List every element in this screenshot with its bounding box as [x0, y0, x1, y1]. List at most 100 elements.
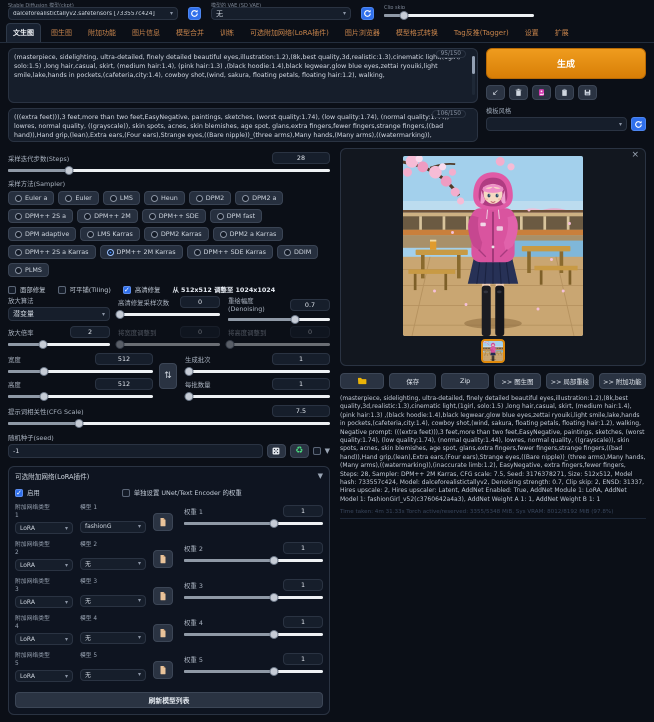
- lora-weight-value[interactable]: 1: [283, 653, 323, 665]
- refresh-styles-button[interactable]: [631, 117, 646, 131]
- sampler-option[interactable]: DPM2 a: [235, 191, 283, 205]
- width-slider[interactable]: [8, 367, 153, 376]
- slider-handle[interactable]: [270, 556, 279, 565]
- denoising-value[interactable]: 0.7: [290, 299, 330, 311]
- lora-info-button[interactable]: [153, 513, 173, 531]
- tab-model-converter[interactable]: 模型格式转换: [390, 24, 444, 42]
- lora-type-select[interactable]: LoRA▾: [15, 670, 73, 682]
- extra-seed-checkbox[interactable]: [313, 447, 321, 455]
- slider-handle[interactable]: [38, 340, 47, 349]
- denoising-slider[interactable]: [228, 315, 330, 324]
- width-value[interactable]: 512: [95, 353, 153, 365]
- slider-handle[interactable]: [270, 519, 279, 528]
- sampler-option[interactable]: Heun: [144, 191, 185, 205]
- tab-additional-networks[interactable]: 可选附加网络(LoRA插件): [244, 24, 335, 42]
- sampler-option[interactable]: DPM++ SDE: [142, 209, 206, 223]
- slider-handle[interactable]: [65, 166, 74, 175]
- lora-type-select[interactable]: LoRA▾: [15, 559, 73, 571]
- sampler-option-selected[interactable]: DPM++ 2M Karras: [100, 245, 183, 259]
- lora-weight-slider[interactable]: [184, 519, 323, 528]
- slider-handle[interactable]: [270, 593, 279, 602]
- tab-settings[interactable]: 设置: [519, 24, 545, 42]
- lora-info-button[interactable]: [153, 661, 173, 679]
- sampler-option[interactable]: DPM++ 2S a: [8, 209, 73, 223]
- save-style-button[interactable]: [578, 85, 597, 100]
- extra-networks-button[interactable]: [532, 85, 551, 100]
- generated-image[interactable]: [403, 156, 583, 336]
- steps-slider[interactable]: [8, 166, 330, 175]
- lora-weight-slider[interactable]: [184, 593, 323, 602]
- batch-count-value[interactable]: 1: [272, 353, 330, 365]
- slider-handle[interactable]: [40, 367, 49, 376]
- lora-info-button[interactable]: [153, 587, 173, 605]
- upscale-by-value[interactable]: 2: [70, 326, 110, 338]
- sampler-option[interactable]: PLMS: [8, 263, 49, 277]
- checkpoint-select[interactable]: dalceforealistictallyv2.safetensors [733…: [8, 7, 178, 20]
- styles-select[interactable]: ▾: [486, 117, 627, 131]
- hires-fix-checkbox[interactable]: ✓: [123, 286, 131, 294]
- tab-png-info[interactable]: 图片信息: [126, 24, 166, 42]
- slider-handle[interactable]: [185, 392, 194, 401]
- close-icon[interactable]: ×: [631, 150, 639, 160]
- height-value[interactable]: 512: [95, 378, 153, 390]
- reuse-seed-button[interactable]: ♻: [290, 444, 309, 458]
- height-slider[interactable]: [8, 392, 153, 401]
- sampler-option[interactable]: DDIM: [277, 245, 318, 259]
- slider-handle[interactable]: [116, 310, 125, 319]
- open-folder-button[interactable]: [340, 373, 384, 389]
- cfg-value[interactable]: 7.5: [272, 405, 330, 417]
- upscaler-select[interactable]: 潜变量 ▾: [8, 307, 110, 321]
- random-seed-button[interactable]: [267, 444, 286, 458]
- vae-select[interactable]: 无 ▾: [211, 7, 351, 20]
- refresh-models-button[interactable]: 刷新模型列表: [15, 692, 323, 708]
- clear-prompt-button[interactable]: [509, 85, 528, 100]
- slider-handle[interactable]: [74, 419, 83, 428]
- tab-img2img[interactable]: 图生图: [45, 24, 78, 42]
- restore-faces-checkbox[interactable]: [8, 286, 16, 294]
- lora-weight-value[interactable]: 1: [283, 542, 323, 554]
- sampler-option[interactable]: DPM++ SDE Karras: [187, 245, 273, 259]
- tab-tagger[interactable]: Tag反推(Tagger): [448, 24, 515, 42]
- lora-model-select[interactable]: 无▾: [80, 595, 146, 607]
- slider-handle[interactable]: [40, 392, 49, 401]
- tiling-checkbox[interactable]: [58, 286, 66, 294]
- apply-style-button[interactable]: [555, 85, 574, 100]
- sampler-option[interactable]: DPM fast: [210, 209, 262, 223]
- lora-info-button[interactable]: [153, 624, 173, 642]
- hires-steps-slider[interactable]: [118, 310, 220, 319]
- slider-handle[interactable]: [270, 667, 279, 676]
- tab-checkpoint-merger[interactable]: 模型合并: [170, 24, 210, 42]
- sampler-option[interactable]: DPM2: [189, 191, 231, 205]
- lora-weight-slider[interactable]: [184, 630, 323, 639]
- lora-weight-value[interactable]: 1: [283, 505, 323, 517]
- lora-enable-checkbox[interactable]: ✓: [15, 489, 23, 497]
- lora-model-select[interactable]: 无▾: [80, 632, 146, 644]
- batch-count-slider[interactable]: [185, 367, 330, 376]
- swap-dimensions-button[interactable]: ⇅: [159, 363, 177, 389]
- tab-image-browser[interactable]: 图片浏览器: [339, 24, 386, 42]
- lora-weight-value[interactable]: 1: [283, 616, 323, 628]
- prompt-input[interactable]: (masterpiece, sidelighting, ultra-detail…: [8, 48, 478, 103]
- slider-handle[interactable]: [399, 11, 408, 20]
- batch-size-slider[interactable]: [185, 392, 330, 401]
- generate-button[interactable]: 生成: [486, 48, 646, 79]
- seed-input[interactable]: -1: [8, 444, 263, 458]
- lora-separate-weights-checkbox[interactable]: [122, 489, 130, 497]
- refresh-checkpoint-button[interactable]: [188, 7, 201, 20]
- paste-params-button[interactable]: ↙: [486, 85, 505, 100]
- sampler-option[interactable]: LMS: [103, 191, 140, 205]
- tab-train[interactable]: 训练: [214, 24, 240, 42]
- lora-type-select[interactable]: LoRA▾: [15, 633, 73, 645]
- slider-handle[interactable]: [270, 630, 279, 639]
- gallery-thumbnail[interactable]: [481, 339, 505, 363]
- collapse-chevron-icon[interactable]: ▼: [318, 472, 323, 480]
- lora-weight-slider[interactable]: [184, 556, 323, 565]
- sampler-option[interactable]: DPM2 a Karras: [213, 227, 284, 241]
- lora-type-select[interactable]: LoRA▾: [15, 596, 73, 608]
- slider-handle[interactable]: [291, 315, 300, 324]
- slider-handle[interactable]: [185, 367, 194, 376]
- sampler-option[interactable]: LMS Karras: [80, 227, 140, 241]
- tab-extensions[interactable]: 扩展: [549, 24, 575, 42]
- sampler-option[interactable]: DPM2 Karras: [144, 227, 209, 241]
- send-to-inpaint-button[interactable]: >> 局部重绘: [546, 373, 593, 389]
